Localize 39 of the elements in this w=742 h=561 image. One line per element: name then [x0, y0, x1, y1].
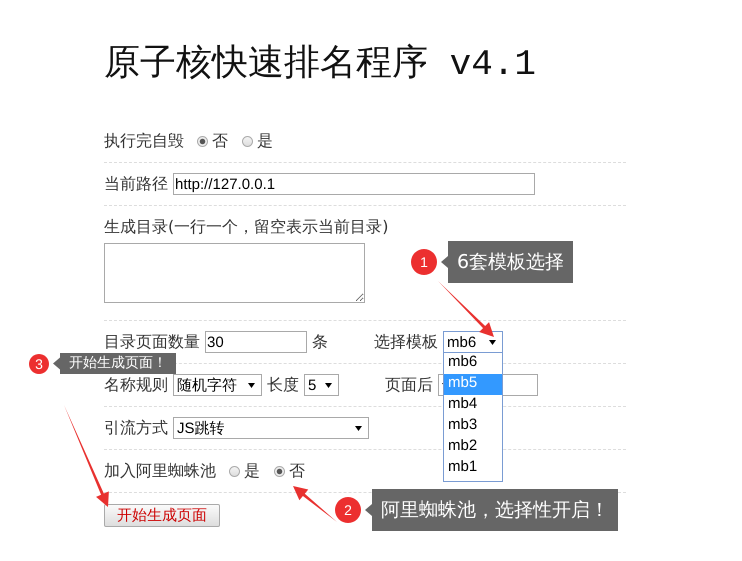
radio-label: 否 — [289, 460, 305, 482]
field-label: 名称规则 — [104, 374, 168, 396]
radio-button[interactable] — [242, 136, 253, 146]
field-label: 生成目录(一行一个，留空表示当前目录) — [104, 216, 388, 238]
field-label: 加入阿里蜘蛛池 — [104, 460, 216, 482]
field-label: 当前路径 — [104, 173, 168, 195]
callout-tooltip: 开始生成页面！ — [53, 353, 176, 374]
radio-button[interactable] — [274, 466, 285, 476]
generate-button[interactable]: 开始生成页面 — [104, 504, 220, 527]
radio-button[interactable] — [229, 466, 240, 476]
number-badge: 1 — [411, 249, 437, 275]
select-field[interactable]: 5 — [304, 374, 339, 396]
number-badge: 3 — [29, 354, 49, 374]
field-label: 条 — [312, 331, 328, 353]
caret-icon — [325, 382, 332, 388]
field-label: 页面后 — [385, 374, 433, 396]
field-label: 选择模板 — [374, 331, 438, 353]
caret-icon — [248, 382, 255, 388]
field-label: 引流方式 — [104, 417, 168, 439]
radio-label: 是 — [244, 460, 260, 482]
caret-icon — [489, 340, 496, 344]
radio-label: 是 — [257, 130, 273, 152]
field-label: 长度 — [267, 374, 299, 396]
caret-icon — [355, 426, 362, 430]
number-badge: 2 — [335, 497, 361, 523]
arrow — [293, 486, 337, 522]
radio-label: 否 — [212, 130, 228, 152]
field-label: 执行完自毁 — [104, 130, 184, 152]
text-area[interactable] — [104, 243, 365, 303]
select-field[interactable]: JS跳转 — [173, 417, 369, 439]
select-field[interactable]: 随机字符 — [173, 374, 262, 396]
callout-tooltip: 阿里蜘蛛池，选择性开启！ — [365, 489, 618, 531]
text-field[interactable]: http://127.0.0.1 — [173, 173, 535, 195]
field-label: 目录页面数量 — [104, 331, 200, 353]
text-field[interactable]: 30 — [205, 331, 307, 353]
arrow — [438, 281, 494, 337]
page-title: 原子核快速排名程序 v4.1 — [104, 42, 538, 87]
callout-tooltip: 6套模板选择 — [441, 241, 574, 283]
radio-button[interactable] — [197, 136, 208, 146]
